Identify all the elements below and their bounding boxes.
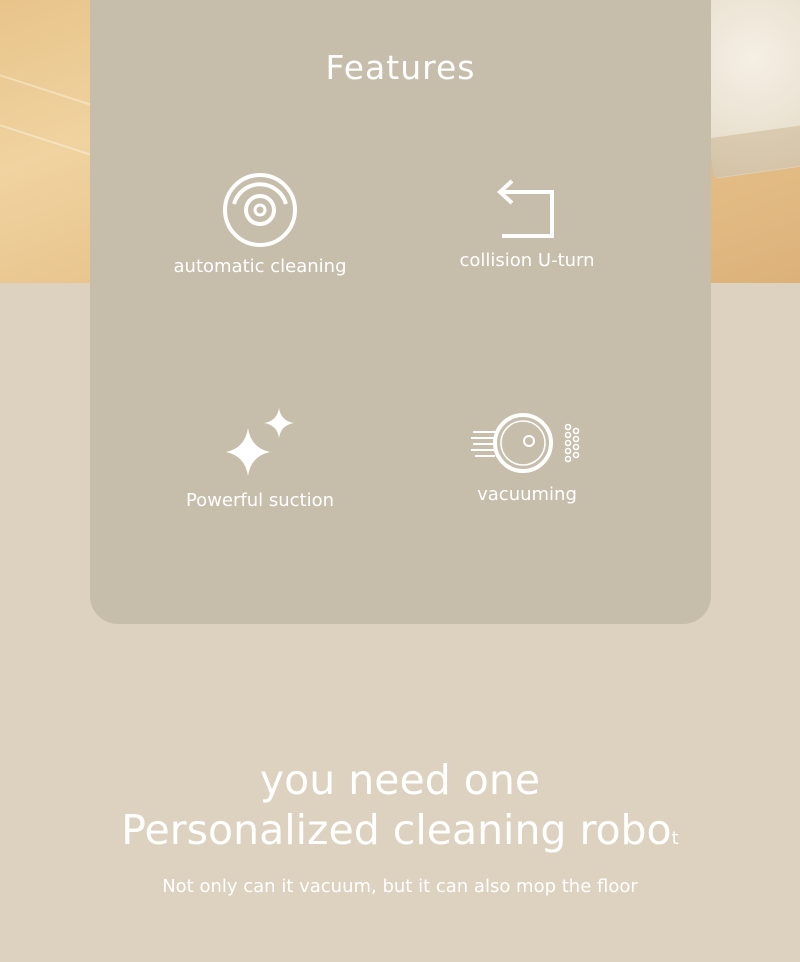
headline-line-2-main: Personalized cleaning robo xyxy=(121,806,672,854)
headline-line-2-tail: t xyxy=(671,828,679,849)
headline-line-1: you need one xyxy=(259,756,541,804)
robot-vacuum-icon xyxy=(223,173,297,247)
u-turn-arrow-icon xyxy=(497,179,554,238)
feature-automatic-cleaning: automatic cleaning xyxy=(130,172,390,277)
feature-powerful-suction: Powerful suction xyxy=(130,406,390,511)
features-card: Features automatic cleaning collision U-… xyxy=(90,0,711,624)
feature-label: Powerful suction xyxy=(185,490,335,511)
feature-label: collision U-turn xyxy=(459,250,595,271)
feature-vacuuming: vacuuming xyxy=(397,410,657,505)
sparkle-icon xyxy=(226,408,294,476)
feature-label: automatic cleaning xyxy=(173,256,347,277)
vacuum-dust-icon xyxy=(471,413,580,473)
headline-line-2: Personalized cleaning robot xyxy=(0,810,800,851)
features-title: Features xyxy=(325,48,476,87)
subtitle: Not only can it vacuum, but it can also … xyxy=(162,876,638,897)
feature-label: vacuuming xyxy=(477,484,577,505)
feature-collision-u-turn: collision U-turn xyxy=(397,178,657,271)
